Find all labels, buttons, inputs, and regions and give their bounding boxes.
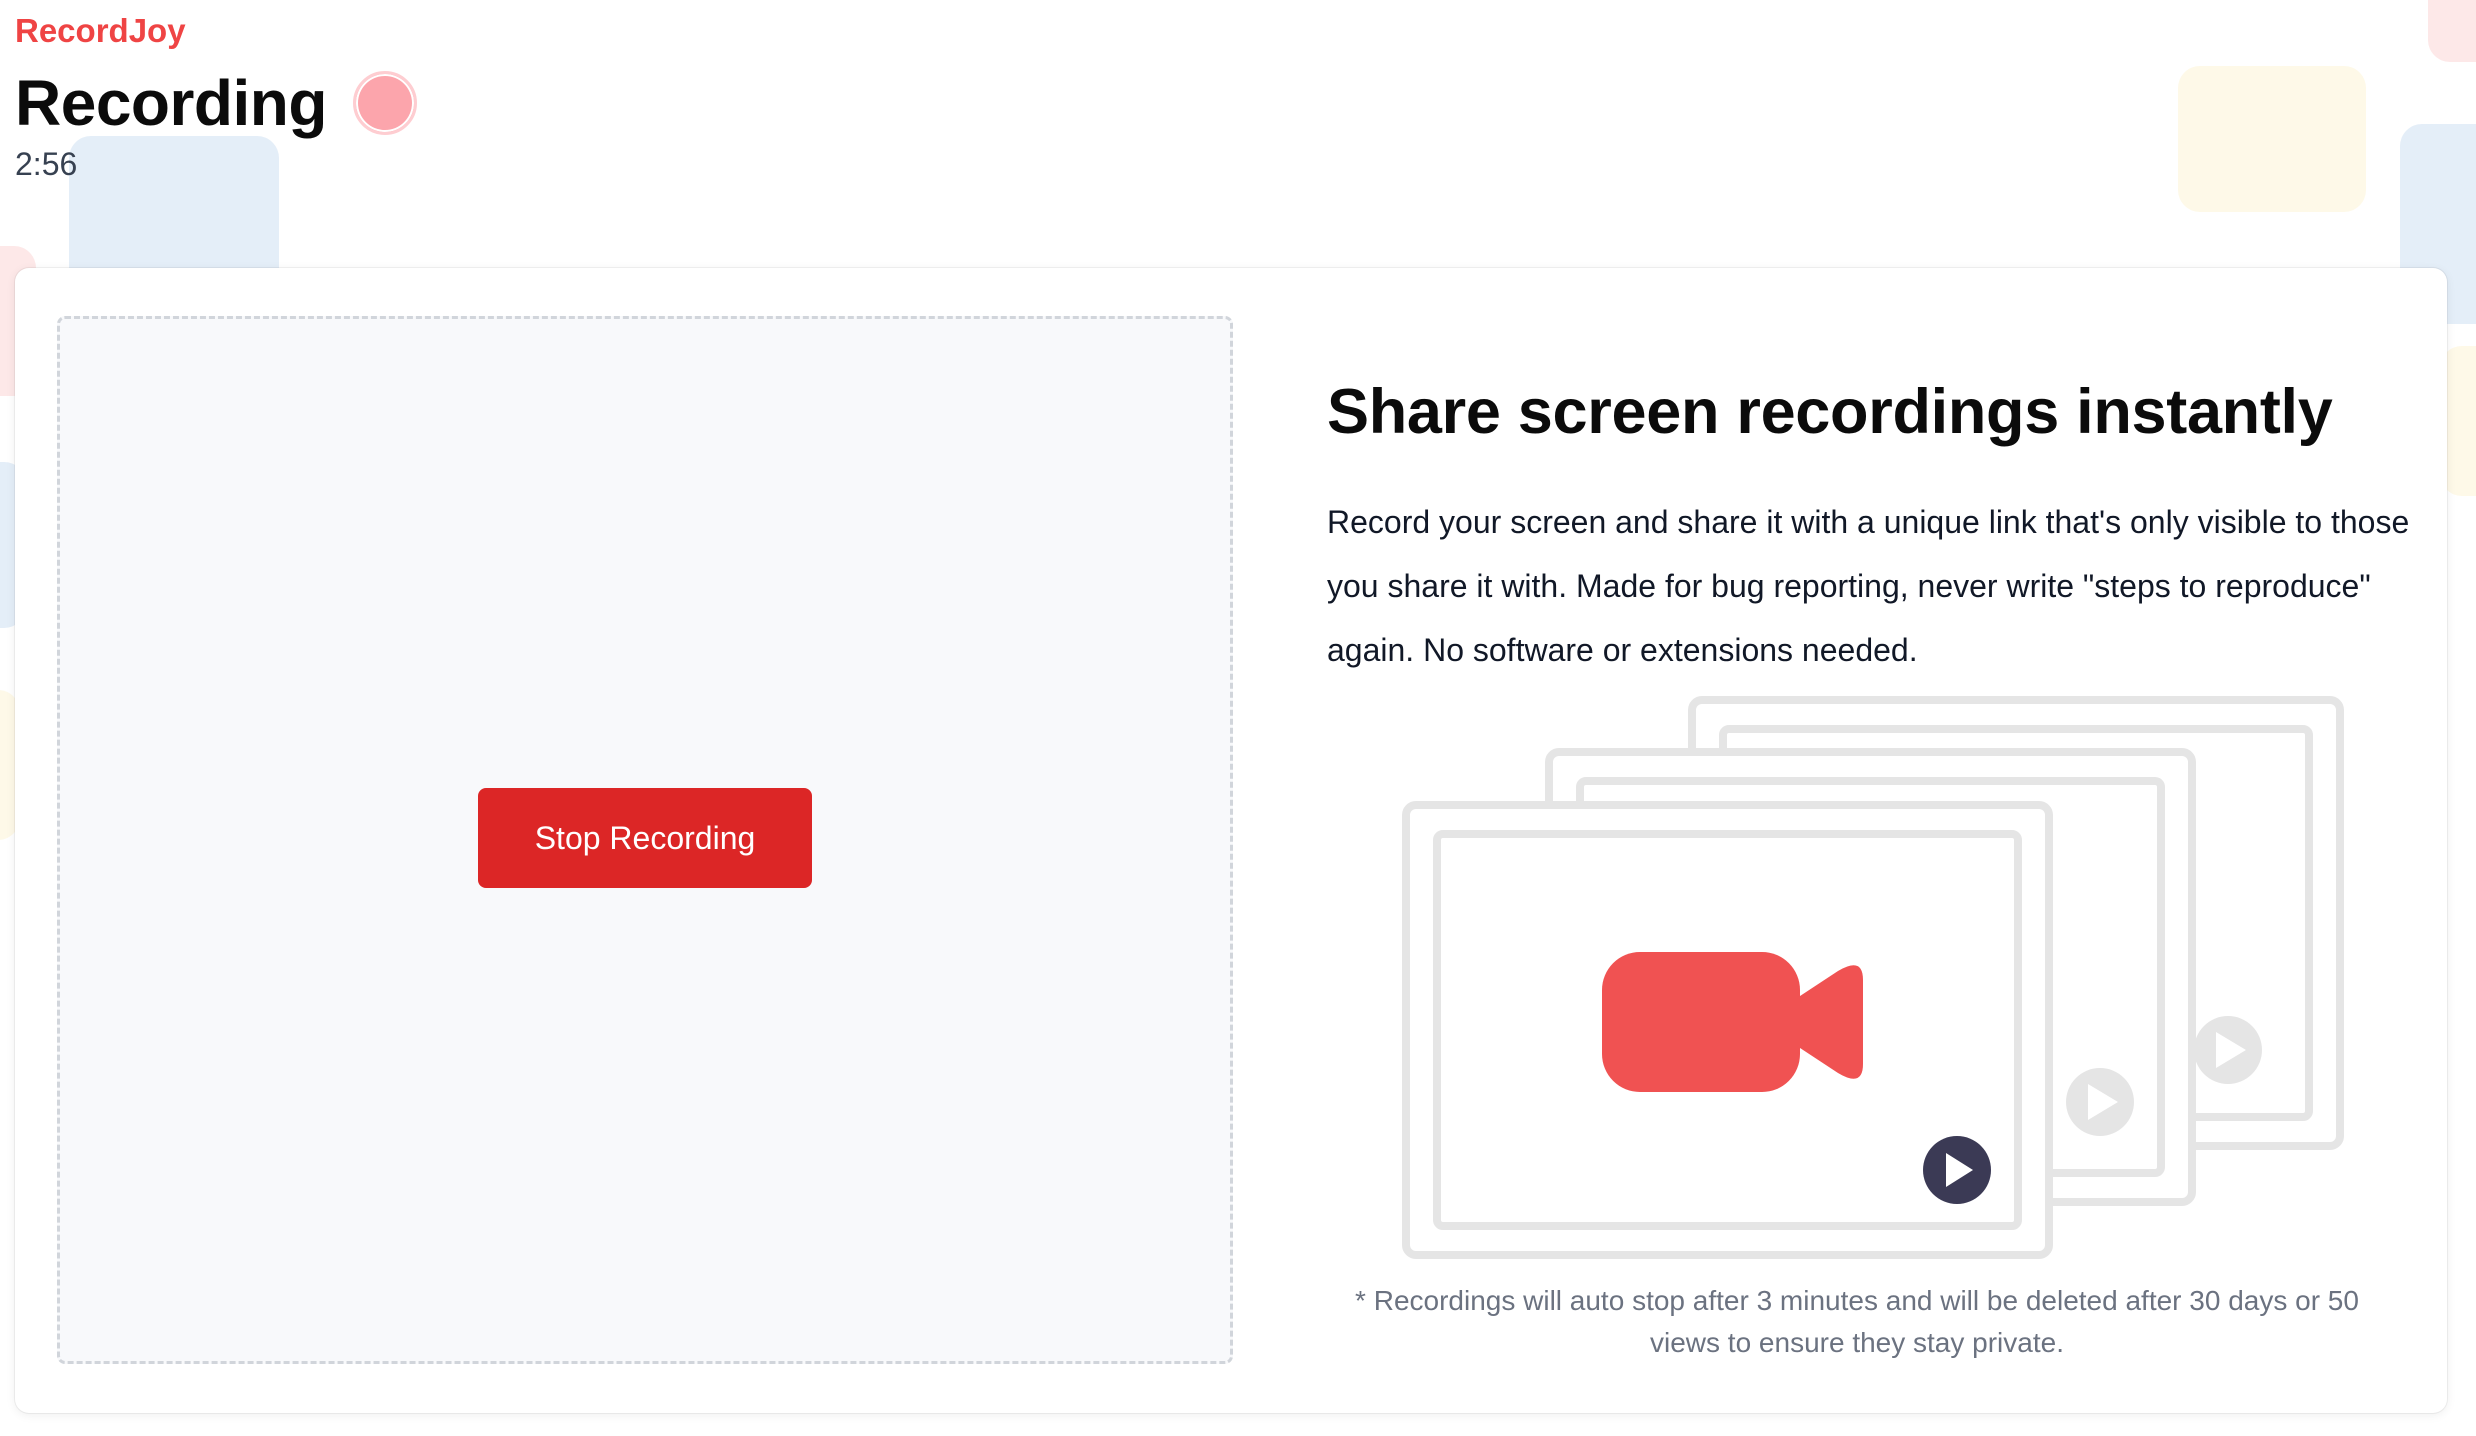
- auto-stop-footnote: * Recordings will auto stop after 3 minu…: [1355, 1285, 2359, 1358]
- play-icon: [2194, 1016, 2262, 1084]
- recording-indicator-icon: [352, 71, 417, 135]
- stop-recording-button[interactable]: Stop Recording: [478, 788, 812, 888]
- main-card: Stop Recording Share screen recordings i…: [15, 268, 2447, 1413]
- page-title: Recording: [15, 67, 327, 139]
- page: RecordJoy Recording 2:56 Stop Recording …: [0, 0, 2476, 1436]
- info-panel: Share screen recordings instantly Record…: [1327, 376, 2427, 682]
- info-heading: Share screen recordings instantly: [1327, 377, 2333, 447]
- info-description: Record your screen and share it with a u…: [1327, 504, 2410, 668]
- decorative-block: [2428, 0, 2476, 62]
- video-stack-illustration: [1402, 696, 2344, 1259]
- recording-timer: 2:56: [15, 146, 78, 182]
- play-icon: [2066, 1068, 2134, 1136]
- brand-logo[interactable]: RecordJoy: [15, 12, 186, 50]
- recording-preview-area: Stop Recording: [57, 316, 1233, 1364]
- decorative-block: [2178, 66, 2366, 212]
- front-video-frame: [1402, 801, 2053, 1259]
- play-icon: [1923, 1136, 1991, 1204]
- title-row: Recording: [15, 66, 417, 140]
